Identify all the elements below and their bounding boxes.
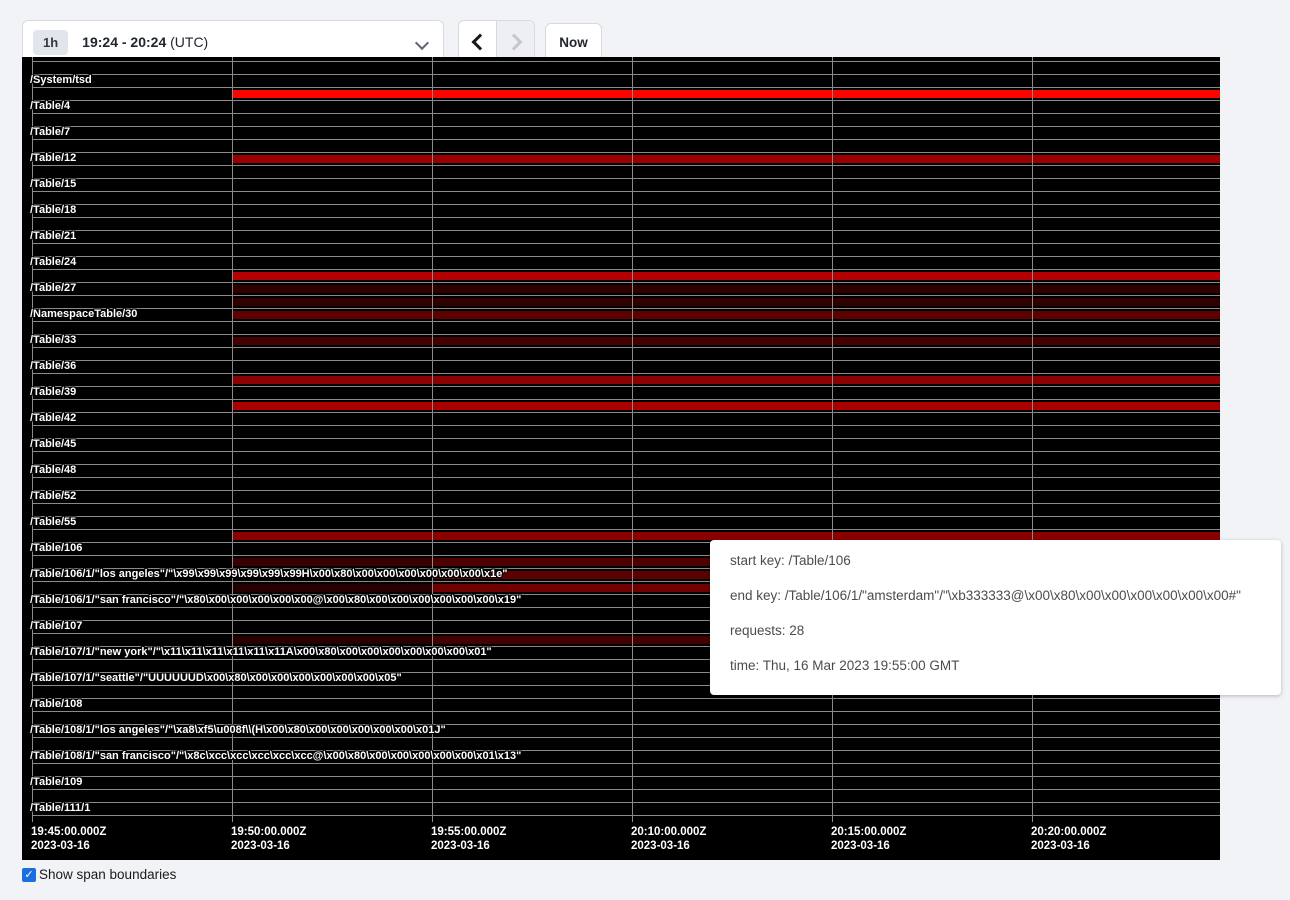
tick-date: 2023-03-16 bbox=[1031, 839, 1106, 853]
footer-controls: ✓ Show span boundaries bbox=[22, 867, 176, 882]
tooltip-start-key: start key: /Table/106 bbox=[730, 553, 1261, 568]
tooltip-requests: requests: 28 bbox=[730, 623, 1261, 638]
row-label: /Table/106/1/"los angeles"/"\x99\x99\x99… bbox=[30, 568, 508, 580]
tick-time: 19:50:00.000Z bbox=[231, 825, 306, 839]
x-axis-tick: 20:10:00.000Z2023-03-16 bbox=[631, 825, 706, 853]
row-label: /Table/107/1/"new york"/"\x11\x11\x11\x1… bbox=[30, 646, 492, 658]
row-label: /Table/15 bbox=[30, 178, 76, 190]
tick-time: 20:15:00.000Z bbox=[831, 825, 906, 839]
row-label: /Table/45 bbox=[30, 438, 76, 450]
tick-date: 2023-03-16 bbox=[31, 839, 106, 853]
tick-date: 2023-03-16 bbox=[831, 839, 906, 853]
tooltip-end-key: end key: /Table/106/1/"amsterdam"/"\xb33… bbox=[730, 588, 1261, 603]
row-label: /Table/7 bbox=[30, 126, 70, 138]
heat-band bbox=[232, 90, 1220, 98]
vertical-gridline bbox=[832, 57, 833, 822]
row-label: /Table/106/1/"san francisco"/"\x80\x00\x… bbox=[30, 594, 521, 606]
tick-date: 2023-03-16 bbox=[631, 839, 706, 853]
horizontal-gridlines bbox=[32, 61, 1220, 820]
row-label: /Table/24 bbox=[30, 256, 76, 268]
row-label: /Table/52 bbox=[30, 490, 76, 502]
row-label: /Table/106 bbox=[30, 542, 82, 554]
heat-band bbox=[232, 376, 1220, 384]
row-label: /Table/111/1 bbox=[30, 802, 90, 814]
x-axis-tick: 19:50:00.000Z2023-03-16 bbox=[231, 825, 306, 853]
row-label: /Table/36 bbox=[30, 360, 76, 372]
row-label: /Table/109 bbox=[30, 776, 82, 788]
row-label: /Table/108/1/"san francisco"/"\x8c\xcc\x… bbox=[30, 750, 521, 762]
row-label: /Table/27 bbox=[30, 282, 76, 294]
vertical-gridline bbox=[632, 57, 633, 822]
span-boundaries-label: Show span boundaries bbox=[39, 867, 176, 882]
span-boundaries-checkbox[interactable]: ✓ bbox=[22, 868, 36, 882]
tick-time: 20:10:00.000Z bbox=[631, 825, 706, 839]
heat-band bbox=[232, 155, 1220, 163]
row-label: /Table/107 bbox=[30, 620, 82, 632]
heat-band bbox=[232, 285, 1220, 293]
vertical-gridline bbox=[232, 57, 233, 822]
heat-band bbox=[232, 558, 432, 566]
heat-band bbox=[232, 532, 1220, 540]
heat-band bbox=[232, 311, 1220, 319]
tick-time: 19:45:00.000Z bbox=[31, 825, 106, 839]
vertical-gridline bbox=[432, 57, 433, 822]
row-label: /Table/108/1/"los angeles"/"\xa8\xf5\u00… bbox=[30, 724, 446, 736]
row-label: /Table/42 bbox=[30, 412, 76, 424]
chevron-left-icon bbox=[471, 34, 488, 51]
timezone-label: (UTC) bbox=[170, 34, 208, 50]
row-label: /Table/21 bbox=[30, 230, 76, 242]
vertical-gridline bbox=[1032, 57, 1033, 822]
row-label: /NamespaceTable/30 bbox=[30, 308, 137, 320]
heat-band bbox=[232, 298, 1220, 306]
chevron-down-icon bbox=[415, 36, 429, 50]
chevron-right-icon bbox=[505, 34, 522, 51]
tick-time: 20:20:00.000Z bbox=[1031, 825, 1106, 839]
row-label: /Table/48 bbox=[30, 464, 76, 476]
tick-date: 2023-03-16 bbox=[431, 839, 506, 853]
x-axis-tick: 20:20:00.000Z2023-03-16 bbox=[1031, 825, 1106, 853]
bucket-tooltip: start key: /Table/106 end key: /Table/10… bbox=[710, 540, 1281, 695]
row-label: /Table/107/1/"seattle"/"UUUUUUD\x00\x80\… bbox=[30, 672, 402, 684]
row-label: /Table/55 bbox=[30, 516, 76, 528]
x-axis-tick: 20:15:00.000Z2023-03-16 bbox=[831, 825, 906, 853]
key-visualizer-canvas[interactable]: /System/tsd/Table/4/Table/7/Table/12/Tab… bbox=[22, 57, 1220, 860]
heat-band bbox=[232, 272, 1220, 280]
duration-badge: 1h bbox=[33, 30, 68, 55]
x-axis-tick: 19:55:00.000Z2023-03-16 bbox=[431, 825, 506, 853]
row-label: /Table/33 bbox=[30, 334, 76, 346]
row-label: /Table/18 bbox=[30, 204, 76, 216]
heat-band bbox=[232, 337, 1220, 345]
row-label: /System/tsd bbox=[30, 74, 92, 86]
time-range-value: 19:24 - 20:24 bbox=[82, 34, 166, 50]
tick-date: 2023-03-16 bbox=[231, 839, 306, 853]
heat-band bbox=[232, 636, 432, 644]
row-label: /Table/39 bbox=[30, 386, 76, 398]
x-axis-tick: 19:45:00.000Z2023-03-16 bbox=[31, 825, 106, 853]
time-range-label: 19:24 - 20:24 (UTC) bbox=[82, 34, 208, 50]
heat-band bbox=[232, 584, 432, 592]
heat-band bbox=[232, 402, 1220, 410]
row-label: /Table/4 bbox=[30, 100, 70, 112]
tooltip-time: time: Thu, 16 Mar 2023 19:55:00 GMT bbox=[730, 658, 1261, 673]
now-button[interactable]: Now bbox=[545, 23, 602, 61]
row-label: /Table/108 bbox=[30, 698, 82, 710]
tick-time: 19:55:00.000Z bbox=[431, 825, 506, 839]
row-label: /Table/12 bbox=[30, 152, 76, 164]
